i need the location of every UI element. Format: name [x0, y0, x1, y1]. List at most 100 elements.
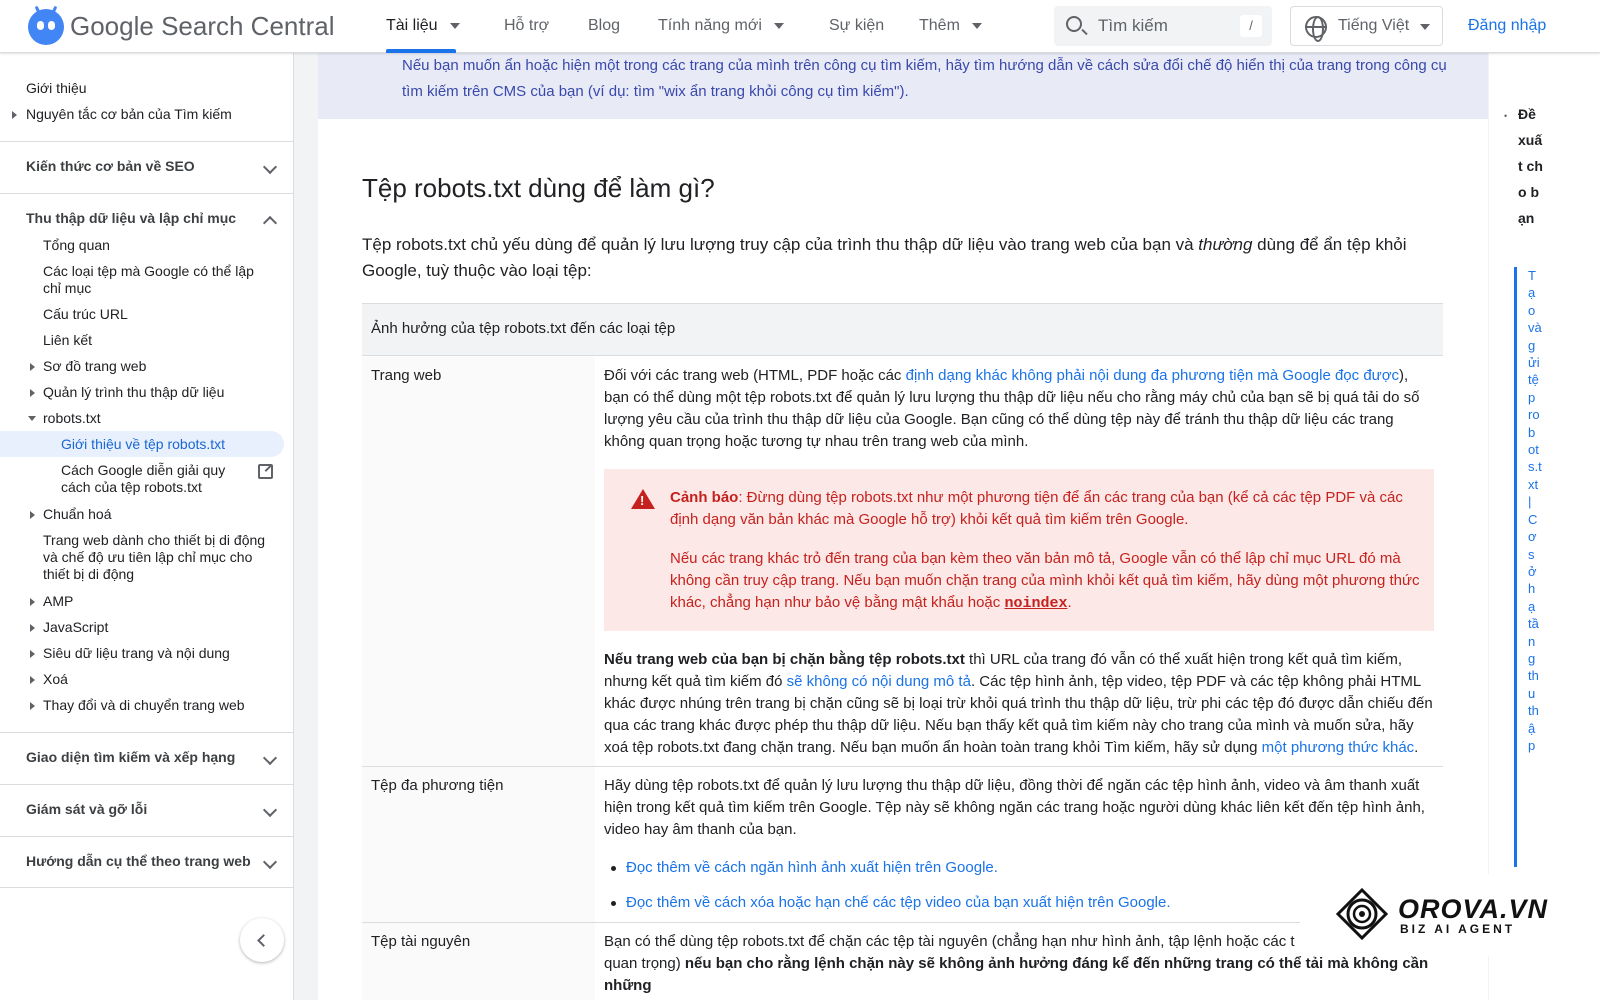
- table-header: Ảnh hưởng của tệp robots.txt đến các loạ…: [362, 304, 1443, 356]
- chevron-down-icon: [262, 802, 278, 818]
- sidebar-item-label: Siêu dữ liệu trang và nội dung: [43, 645, 230, 661]
- sidebar-item-label: Xoá: [43, 671, 68, 687]
- row-label-webpage: Trang web: [371, 367, 442, 384]
- sidebar-section-site-specific[interactable]: Hướng dẫn cụ thể theo trang web: [0, 836, 293, 888]
- content-gutter: [294, 53, 318, 1000]
- section-label: Hướng dẫn cụ thể theo trang web: [26, 853, 251, 869]
- chevron-down-icon: [1420, 24, 1430, 30]
- row-webpage-paragraph-2: Nếu trang web của bạn bị chặn bằng tệp r…: [604, 649, 1436, 759]
- sidebar-item-url-structure[interactable]: Cấu trúc URL: [43, 306, 335, 323]
- expand-arrow-icon[interactable]: [30, 702, 35, 710]
- sidebar-item-intro[interactable]: Giới thiệu: [26, 80, 318, 97]
- sidebar-item-label: Chuẩn hoá: [43, 506, 112, 522]
- sidebar-item-mobile-first[interactable]: Trang web dành cho thiết bị di động và c…: [43, 532, 278, 583]
- toc-heading: Đề xuất cho bạn: [1518, 106, 1543, 226]
- chevron-down-icon: [449, 23, 460, 29]
- note-callout: Nếu bạn muốn ẩn hoặc hiện một trong các …: [318, 53, 1488, 119]
- nav-blog[interactable]: Blog: [588, 17, 620, 35]
- chevron-down-icon: [262, 854, 278, 870]
- section-label: Giám sát và gỡ lỗi: [26, 801, 148, 817]
- other-method-link[interactable]: một phương thức khác: [1262, 739, 1415, 756]
- expand-arrow-icon[interactable]: [30, 650, 35, 658]
- collapse-arrow-icon[interactable]: [28, 416, 36, 421]
- table-header-label: Ảnh hưởng của tệp robots.txt đến các loạ…: [371, 320, 676, 337]
- sidebar-item-label: JavaScript: [43, 619, 109, 635]
- search-box[interactable]: /: [1054, 6, 1272, 46]
- text: Đối với các trang web (HTML, PDF hoặc cá…: [604, 367, 906, 384]
- nav-events[interactable]: Sự kiện: [829, 17, 884, 35]
- text: : Đừng dùng tệp robots.txt như một phươn…: [670, 489, 1403, 528]
- expand-arrow-icon[interactable]: [30, 598, 35, 606]
- warning-text-2: Nếu các trang khác trỏ đến trang của bạn…: [670, 548, 1420, 615]
- sidebar-item-label: Nguyên tắc cơ bản của Tìm kiếm: [26, 106, 232, 122]
- text: quan trọng): [604, 955, 685, 972]
- sidebar-section-monitoring[interactable]: Giám sát và gỡ lỗi: [0, 784, 293, 836]
- chevron-down-icon: [971, 23, 982, 29]
- nav-more[interactable]: Thêm: [919, 17, 982, 35]
- sidebar-item-label: Sơ đồ trang web: [43, 358, 147, 374]
- intro-emphasis: thường: [1198, 235, 1253, 254]
- sidebar-item-label: Thay đổi và di chuyển trang web: [43, 697, 245, 713]
- expand-arrow-icon[interactable]: [30, 676, 35, 684]
- section-label: Giao diện tìm kiếm và xếp hạng: [26, 749, 236, 765]
- sign-in-link[interactable]: Đăng nhập: [1468, 17, 1546, 35]
- sidebar-item-overview[interactable]: Tổng quan: [43, 237, 335, 254]
- watermark-name: OROVA.VN: [1398, 894, 1549, 924]
- row-webpage-paragraph-1: Đối với các trang web (HTML, PDF hoặc cá…: [604, 365, 1436, 453]
- chevron-down-icon: [773, 23, 784, 29]
- note-text: Nếu bạn muốn ẩn hoặc hiện một trong các …: [402, 57, 1447, 100]
- sidebar-item-links[interactable]: Liên kết: [43, 332, 335, 349]
- orova-watermark: OROVA.VN BIZ AI AGENT: [1300, 874, 1549, 956]
- noindex-code-link[interactable]: noindex: [1004, 595, 1067, 612]
- nav-whats-new[interactable]: Tính năng mới: [658, 17, 784, 35]
- language-selector[interactable]: Tiếng Việt: [1290, 6, 1443, 46]
- globe-icon: [1305, 16, 1327, 42]
- sidebar-item-file-types[interactable]: Các loại tệp mà Google có thể lập chỉ mụ…: [43, 263, 273, 297]
- toc-active-bar: [1514, 267, 1517, 867]
- sidebar-item-label: AMP: [43, 593, 74, 609]
- expand-arrow-icon[interactable]: [30, 511, 35, 519]
- collapse-sidebar-button[interactable]: [240, 918, 284, 962]
- non-media-formats-link[interactable]: định dạng khác không phải nội dung đa ph…: [906, 367, 1399, 384]
- warning-callout: Cảnh báo: Đừng dùng tệp robots.txt như m…: [604, 469, 1434, 631]
- sidebar-item-label: robots.txt: [43, 410, 101, 426]
- sidebar-section-seo-basics[interactable]: Kiến thức cơ bản về SEO: [0, 141, 293, 193]
- brand-name[interactable]: Google Search Central: [70, 11, 334, 42]
- row-media-paragraph: Hãy dùng tệp robots.txt để quản lý lưu l…: [604, 777, 1425, 838]
- remove-videos-link[interactable]: Đọc thêm về cách xóa hoặc hạn chế các tệ…: [626, 894, 1171, 911]
- intro-text-a: Tệp robots.txt chủ yếu dùng để quản lý l…: [362, 235, 1199, 254]
- warning-text-1: Cảnh báo: Đừng dùng tệp robots.txt như m…: [670, 487, 1420, 531]
- row-label-media: Tệp đa phương tiện: [371, 777, 504, 794]
- section-label: Kiến thức cơ bản về SEO: [26, 158, 195, 174]
- expand-arrow-icon[interactable]: [12, 111, 17, 119]
- nav-docs-label: Tài liệu: [386, 17, 438, 34]
- google-search-central-logo-icon[interactable]: [28, 5, 64, 45]
- expand-arrow-icon[interactable]: [30, 363, 35, 371]
- sidebar-item-label: Quản lý trình thu thập dữ liệu: [43, 384, 225, 400]
- sidebar-item-robots-spec[interactable]: Cách Google diễn giải quy cách của tệp r…: [61, 462, 241, 496]
- nav-support[interactable]: Hỗ trợ: [504, 17, 549, 35]
- expand-arrow-icon[interactable]: [30, 624, 35, 632]
- no-description-link[interactable]: sẽ không có nội dung mô tả: [787, 673, 971, 690]
- search-input[interactable]: [1098, 14, 1238, 38]
- toc-link-robots-create[interactable]: Tạo và gửi tệp robots.txt | Cơ sở hạ tần…: [1528, 267, 1542, 754]
- expand-arrow-icon[interactable]: [30, 389, 35, 397]
- file-types-table: Ảnh hưởng của tệp robots.txt đến các loạ…: [362, 303, 1443, 1000]
- search-icon: [1066, 16, 1082, 32]
- search-shortcut-key: /: [1240, 15, 1262, 37]
- block-images-link[interactable]: Đọc thêm về cách ngăn hình ảnh xuất hiện…: [626, 859, 998, 876]
- chevron-down-icon: [262, 159, 278, 175]
- external-link-icon[interactable]: [258, 464, 273, 479]
- chevron-down-icon: [262, 750, 278, 766]
- orova-logo-icon: [1336, 888, 1388, 940]
- toc-divider: [1488, 53, 1489, 1000]
- nav-docs[interactable]: Tài liệu: [386, 17, 460, 35]
- section-heading: Tệp robots.txt dùng để làm gì?: [362, 173, 715, 203]
- nav-active-indicator: [386, 49, 456, 53]
- toc-bullet-icon: •: [1504, 111, 1508, 121]
- top-header: Google Search Central Tài liệu Hỗ trợ Bl…: [0, 0, 1600, 53]
- language-label: Tiếng Việt: [1338, 17, 1410, 34]
- left-sidebar: Giới thiệu Nguyên tắc cơ bản của Tìm kiế…: [0, 53, 294, 1000]
- sidebar-section-appearance-ranking[interactable]: Giao diện tìm kiếm và xếp hạng: [0, 732, 293, 784]
- text: Bạn có thể dùng tệp robots.txt để chặn c…: [604, 933, 1295, 950]
